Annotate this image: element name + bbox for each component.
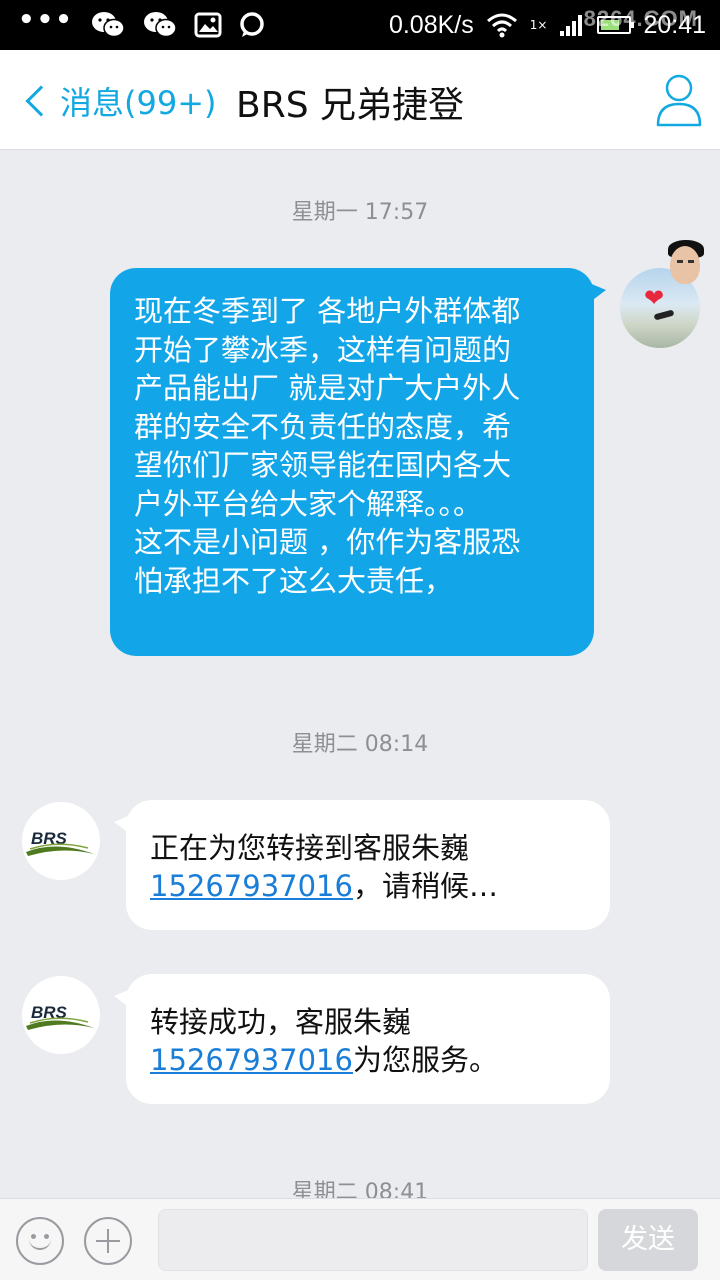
message-line: 产品能出厂 就是对广大户外人 [134, 371, 521, 405]
person-icon[interactable] [654, 70, 704, 128]
incoming-message-bubble[interactable]: 正在为您转接到客服朱巍 15267937016，请稍候… [114, 800, 610, 930]
bubble-tail [114, 812, 138, 840]
message-line: 正在为您转接到客服朱巍 [150, 831, 470, 865]
brs-logo: BRS [26, 1003, 94, 1030]
message-line: 这不是小问题 ，你作为客服恐 [134, 525, 521, 559]
brs-avatar[interactable]: BRS [22, 976, 100, 1054]
signal-icon [560, 15, 583, 36]
wechat-icon [91, 12, 125, 38]
message-line: 怕承担不了这么大责任， [134, 563, 454, 598]
notification-icons: ••• [18, 5, 266, 42]
message-line: 转接成功，客服朱巍 [150, 1005, 412, 1039]
status-bar: ••• 0.08K/s 1× 20:41 8264.COM [0, 0, 720, 50]
wifi-icon [486, 13, 517, 38]
bubble-tail [582, 280, 606, 308]
outgoing-message-bubble[interactable]: 现在冬季到了 各地户外群体都 开始了攀冰季，这样有问题的 产品能出厂 就是对广大… [110, 268, 606, 656]
message-line: 望你们厂家领导能在国内各大 [134, 448, 512, 482]
overflow-dots-icon: ••• [18, 5, 74, 35]
plus-icon[interactable] [84, 1217, 132, 1265]
phone-link[interactable]: 15267937016 [150, 869, 353, 903]
message-line: 开始了攀冰季，这样有问题的 [134, 332, 512, 367]
brs-avatar[interactable]: BRS [22, 802, 100, 880]
message-bubble-icon [240, 12, 264, 37]
incoming-message-bubble[interactable]: 转接成功，客服朱巍 15267937016为您服务。 [114, 974, 610, 1104]
bubble-tail [114, 986, 138, 1014]
message-suffix: ，请稍候… [352, 869, 498, 903]
message-input[interactable] [158, 1209, 588, 1271]
back-label: 消息(99+) [60, 84, 217, 122]
chat-title: BRS 兄弟捷登 [236, 85, 465, 126]
send-button[interactable]: 发送 [598, 1209, 698, 1271]
message-line: 现在冬季到了 各地户外群体都 [134, 294, 521, 328]
message-suffix: 为您服务。 [352, 1043, 498, 1077]
timestamp: 星期二 08:14 [291, 732, 429, 757]
message-line: 群的安全不负责任的态度，希 [134, 409, 512, 444]
brs-logo: BRS [26, 829, 94, 856]
chevron-left-icon [25, 85, 57, 117]
emoji-icon[interactable] [16, 1217, 64, 1265]
network-rate: 0.08K/s [388, 10, 474, 39]
message-line: 15267937016为您服务。 [150, 1041, 590, 1079]
timestamp: 星期一 17:57 [291, 200, 429, 225]
back-button[interactable]: 消息(99+) [20, 78, 217, 124]
heart-icon: ❤ [644, 284, 665, 312]
chat-header: 消息(99+) BRS 兄弟捷登 [0, 50, 720, 150]
gallery-icon [194, 12, 222, 38]
avatar-decoration [666, 240, 706, 288]
signal-label: 1× [529, 18, 548, 32]
message-line: 户外平台给大家个解释。。。 [134, 486, 483, 521]
phone-link[interactable]: 15267937016 [150, 1043, 353, 1077]
input-bar: 发送 [0, 1198, 720, 1280]
message-line: 15267937016，请稍候… [150, 867, 590, 905]
site-watermark: 8264.COM [583, 6, 698, 31]
wechat-icon [143, 12, 177, 38]
